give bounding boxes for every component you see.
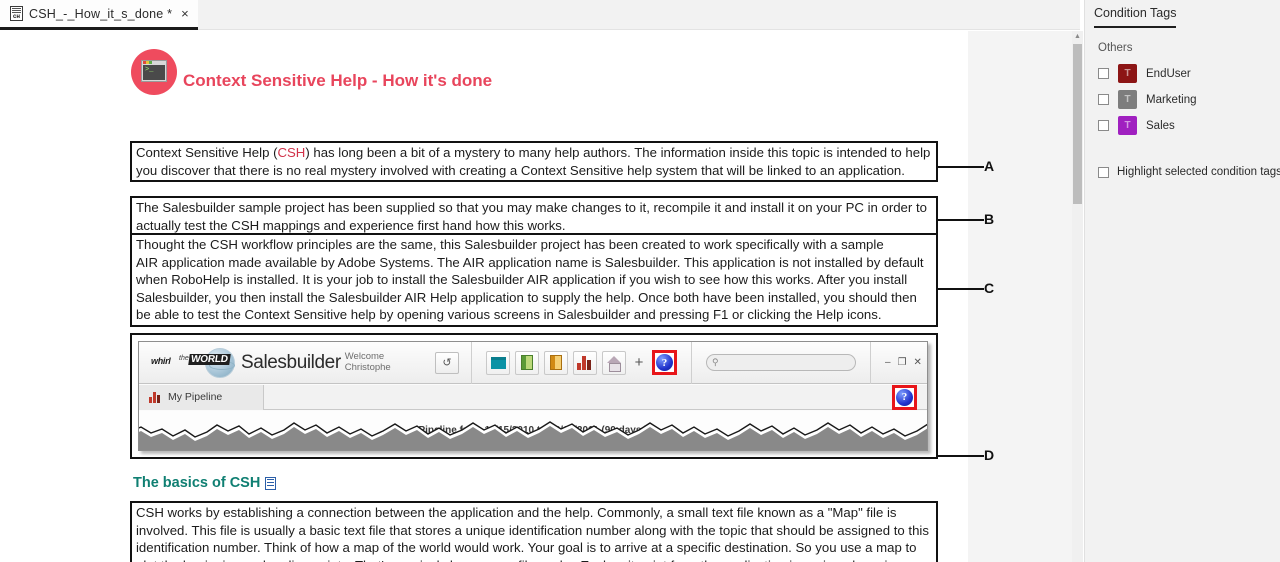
- app-toolbar: + ?: [471, 342, 677, 384]
- welcome-message: Welcome Christophe: [344, 351, 391, 373]
- page-title: Context Sensitive Help - How it's done: [183, 71, 493, 90]
- condition-row-enduser[interactable]: T EndUser: [1098, 64, 1191, 83]
- editor-tab-bar: CSH_-_How_it_s_done * ×: [0, 0, 1080, 30]
- condition-tags-panel: Condition Tags Others T EndUser T Market…: [1084, 0, 1280, 562]
- tab-condition-tags[interactable]: Condition Tags: [1094, 6, 1177, 28]
- maximize-icon[interactable]: ❐: [898, 357, 907, 368]
- paragraph-b-text: The Salesbuilder sample project has been…: [136, 200, 927, 233]
- section-heading: The basics of CSH: [133, 475, 261, 491]
- refresh-icon[interactable]: ↺: [435, 351, 459, 374]
- app-header: whirl the WORLD Salesbuilder Welcome Chr…: [139, 342, 927, 384]
- brand-word-whirl: whirl: [151, 355, 171, 366]
- condition-name-sales: Sales: [1146, 119, 1175, 132]
- salesbuilder-screenshot[interactable]: whirl the WORLD Salesbuilder Welcome Chr…: [138, 341, 928, 451]
- topic-reference-icon[interactable]: [265, 476, 277, 490]
- topic-page[interactable]: Context Sensitive Help - How it's done C…: [0, 31, 984, 562]
- vertical-scrollbar[interactable]: ▲: [1072, 31, 1083, 562]
- paragraph-b[interactable]: The Salesbuilder sample project has been…: [130, 196, 938, 238]
- bar-chart-icon: [149, 391, 162, 403]
- highlight-condition-tags-option[interactable]: Highlight selected condition tags.: [1098, 166, 1280, 178]
- window-controls: – ❐ ✕: [870, 342, 922, 384]
- paragraph-a[interactable]: Context Sensitive Help (CSH) has long be…: [130, 141, 938, 183]
- paragraph-c-text: AIR application made available by Adobe …: [136, 254, 924, 323]
- checkbox-marketing[interactable]: [1098, 94, 1109, 105]
- torn-paper-edge: [139, 421, 927, 450]
- leader-line-c: [938, 288, 984, 290]
- tab-label: CSH_-_How_it_s_done *: [29, 6, 173, 21]
- help-icon: ?: [656, 354, 673, 371]
- checkbox-highlight-condition-tags[interactable]: [1098, 166, 1109, 178]
- whirl-the-world-logo: whirl the WORLD: [151, 346, 237, 380]
- help-icon-highlighted-panel[interactable]: ?: [892, 384, 917, 410]
- callout-letter-a: A: [984, 158, 995, 174]
- tab-csh-how-its-done[interactable]: CSH_-_How_it_s_done * ×: [0, 0, 198, 30]
- app-name: Salesbuilder: [241, 351, 341, 373]
- color-swatch-marketing: T: [1118, 90, 1137, 109]
- console-window-icon: [131, 49, 177, 95]
- brand-word-the: the: [179, 354, 189, 362]
- leader-line-b: [938, 219, 984, 221]
- minimize-icon[interactable]: –: [885, 357, 891, 368]
- checkbox-sales[interactable]: [1098, 120, 1109, 131]
- close-icon[interactable]: ✕: [914, 357, 922, 368]
- tab-my-pipeline-label: My Pipeline: [168, 391, 223, 403]
- folder-icon[interactable]: [486, 350, 510, 375]
- scrollbar-thumb[interactable]: [1073, 44, 1082, 204]
- paragraph-e[interactable]: CSH works by establishing a connection b…: [130, 501, 938, 562]
- home-icon[interactable]: [602, 350, 626, 375]
- app-search-zone: ⚲: [691, 342, 856, 384]
- add-button[interactable]: +: [631, 354, 647, 371]
- color-swatch-enduser: T: [1118, 64, 1137, 83]
- condition-row-marketing[interactable]: T Marketing: [1098, 90, 1197, 109]
- highlight-condition-tags-label: Highlight selected condition tags.: [1117, 166, 1280, 178]
- csh-acronym: CSH: [277, 145, 306, 160]
- paragraph-c[interactable]: Thought the CSH workflow principles are …: [130, 233, 938, 327]
- paragraph-c-line1: Thought the CSH workflow principles are …: [136, 237, 884, 252]
- callout-letter-d: D: [984, 447, 995, 463]
- book-icon[interactable]: [515, 350, 539, 375]
- app-tab-strip: My Pipeline ?: [139, 384, 927, 410]
- brand-word-world: WORLD: [188, 353, 231, 365]
- scroll-up-icon[interactable]: ▲: [1072, 31, 1083, 42]
- bar-chart-icon[interactable]: [573, 350, 597, 375]
- callout-letter-c: C: [984, 280, 995, 296]
- paragraph-d-image-block[interactable]: whirl the WORLD Salesbuilder Welcome Chr…: [130, 333, 938, 459]
- card-icon[interactable]: [544, 350, 568, 375]
- topic-title-row: Context Sensitive Help - How it's done: [131, 49, 492, 95]
- tab-my-pipeline[interactable]: My Pipeline: [139, 384, 264, 410]
- brand-zone: whirl the WORLD Salesbuilder Welcome Chr…: [139, 346, 459, 380]
- callout-letter-b: B: [984, 211, 995, 227]
- help-icon-highlighted-toolbar[interactable]: ?: [652, 350, 677, 375]
- condition-name-marketing: Marketing: [1146, 93, 1197, 106]
- condition-row-sales[interactable]: T Sales: [1098, 116, 1175, 135]
- close-icon[interactable]: ×: [181, 7, 189, 20]
- leader-line-a: [938, 166, 984, 168]
- condition-name-enduser: EndUser: [1146, 67, 1191, 80]
- document-icon: [10, 6, 23, 21]
- condition-group-label: Others: [1098, 42, 1133, 54]
- search-input[interactable]: ⚲: [706, 354, 856, 371]
- editor-canvas[interactable]: Context Sensitive Help - How it's done C…: [0, 31, 1080, 562]
- help-icon: ?: [896, 388, 913, 406]
- paragraph-a-text: Context Sensitive Help (CSH) has long be…: [136, 145, 931, 178]
- checkbox-enduser[interactable]: [1098, 68, 1109, 79]
- section-heading-row: The basics of CSH: [133, 475, 277, 491]
- leader-line-d: [938, 455, 984, 457]
- paragraph-e-text: CSH works by establishing a connection b…: [136, 505, 929, 562]
- color-swatch-sales: T: [1118, 116, 1137, 135]
